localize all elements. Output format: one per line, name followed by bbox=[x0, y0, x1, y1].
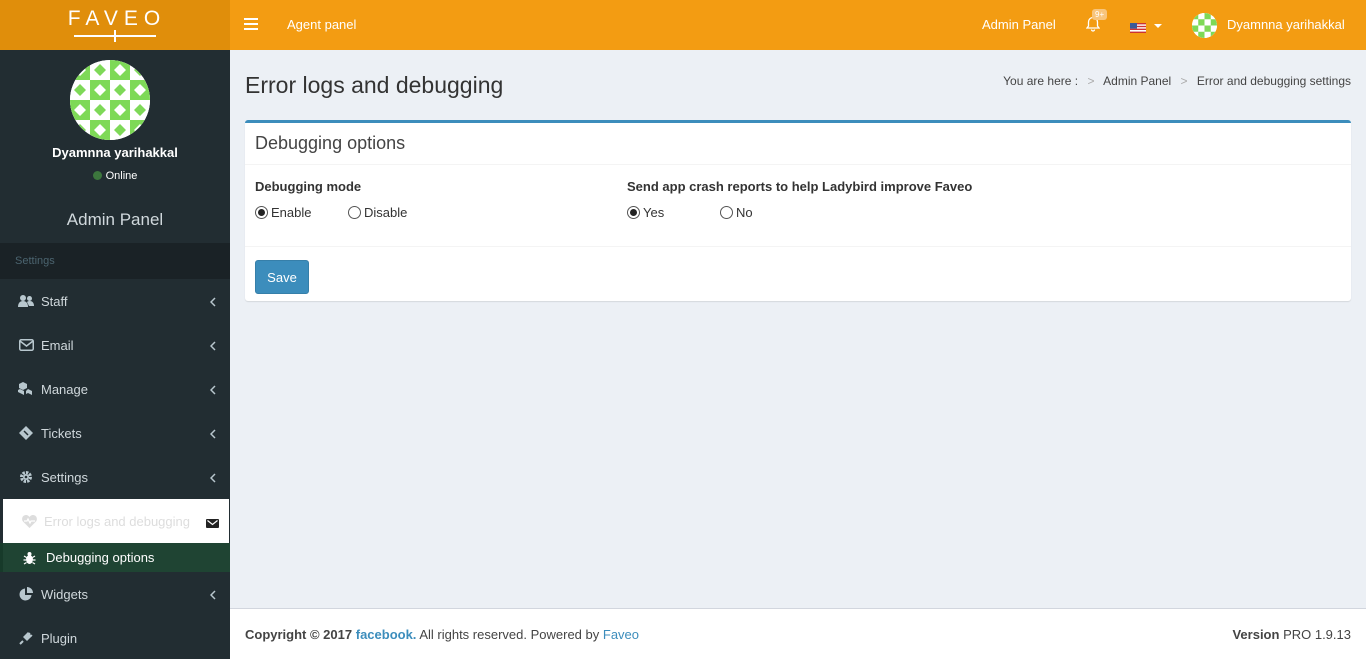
user-name: Dyamnna yarihakkal bbox=[52, 145, 178, 160]
radio-label: No bbox=[736, 205, 753, 220]
sidebar-item-tickets[interactable]: Tickets bbox=[0, 411, 230, 455]
bug-icon bbox=[23, 551, 37, 565]
chevron-left-icon bbox=[209, 295, 216, 310]
sidebar-item-label: Plugin bbox=[41, 630, 78, 646]
radio-circle[interactable] bbox=[348, 206, 361, 219]
sidebar-item-label: Manage bbox=[41, 381, 88, 397]
sidebar-item-plugin[interactable]: Plugin bbox=[0, 616, 230, 659]
heartbeat-icon bbox=[21, 513, 37, 529]
admin-panel-link[interactable]: Admin Panel bbox=[982, 17, 1056, 32]
radio-label: Disable bbox=[364, 205, 408, 220]
notification-badge: 9+ bbox=[1092, 9, 1108, 20]
sidebar-item-manage[interactable]: Manage bbox=[0, 367, 230, 411]
chevron-left-icon bbox=[209, 427, 216, 442]
chevron-left-icon bbox=[209, 588, 216, 603]
sidebar-item-error-logs[interactable]: Error logs and debugging bbox=[3, 499, 229, 543]
top-navbar: Agent panel Admin Panel 9+ Dyamnna yarih… bbox=[230, 0, 1366, 50]
user-panel: Dyamnna yarihakkal Online Admin Panel bbox=[0, 50, 230, 243]
sidebar-item-label: Email bbox=[41, 337, 74, 353]
debugging-mode-label: Debugging mode bbox=[255, 179, 362, 194]
sidebar-panel-title: Admin Panel bbox=[66, 210, 164, 229]
crash-reports-label: Send app crash reports to help Ladybird … bbox=[627, 179, 973, 194]
version-number: PRO 1.9.13 bbox=[1283, 627, 1351, 642]
crash-yes-radio[interactable]: Yes bbox=[627, 205, 664, 220]
pie-chart-icon bbox=[18, 586, 34, 602]
version-label: Version bbox=[1232, 627, 1280, 642]
footer: Copyright © 2017 facebook. All rights re… bbox=[230, 608, 1366, 659]
page-title: Error logs and debugging bbox=[245, 72, 504, 98]
sidebar-item-staff[interactable]: Staff bbox=[0, 279, 230, 323]
chevron-left-icon bbox=[209, 383, 216, 398]
breadcrumb: You are here : > Admin Panel > Error and… bbox=[1003, 74, 1351, 88]
radio-circle[interactable] bbox=[720, 206, 733, 219]
breadcrumb-item-admin-panel[interactable]: Admin Panel bbox=[1103, 74, 1171, 88]
radio-circle-selected[interactable] bbox=[627, 206, 640, 219]
breadcrumb-item-current: Error and debugging settings bbox=[1196, 74, 1351, 88]
debugging-options-box: Debugging options Debugging mode Enable … bbox=[245, 120, 1351, 301]
header-user-avatar[interactable] bbox=[1192, 13, 1217, 38]
sidebar-section-header: Settings bbox=[0, 243, 230, 279]
copyright-text: Copyright © 2017 bbox=[245, 627, 353, 642]
header-user-name[interactable]: Dyamnna yarihakkal bbox=[1227, 17, 1345, 32]
footer-copyright: Copyright © 2017 facebook. All rights re… bbox=[245, 627, 639, 642]
chevron-left-icon bbox=[209, 471, 216, 486]
main-content: Error logs and debugging You are here : … bbox=[230, 50, 1366, 608]
sidebar-item-label: Error logs and debugging bbox=[44, 513, 190, 529]
envelope-icon bbox=[18, 337, 34, 353]
sidebar-item-label: Widgets bbox=[41, 586, 88, 602]
logo-text: FAVEO bbox=[67, 7, 167, 30]
logo-mark bbox=[74, 30, 156, 42]
faveo-logo[interactable]: FAVEO bbox=[0, 0, 230, 50]
breadcrumb-separator: > bbox=[1087, 74, 1095, 88]
debug-disable-radio[interactable]: Disable bbox=[348, 205, 407, 220]
user-avatar bbox=[70, 60, 150, 140]
radio-label: Enable bbox=[271, 205, 312, 220]
cubes-icon bbox=[18, 381, 34, 397]
gear-icon bbox=[18, 469, 34, 485]
sidebar-item-widgets[interactable]: Widgets bbox=[0, 572, 230, 616]
ticket-icon bbox=[18, 425, 34, 441]
company-link[interactable]: facebook. bbox=[356, 627, 417, 642]
hamburger-menu-icon[interactable] bbox=[244, 18, 258, 32]
sidebar-item-label: Tickets bbox=[41, 425, 82, 441]
breadcrumb-separator: > bbox=[1180, 74, 1188, 88]
box-body: Debugging mode Enable Disable Send app c… bbox=[245, 165, 1351, 247]
sidebar-item-settings[interactable]: Settings bbox=[0, 455, 230, 499]
plug-icon bbox=[18, 630, 34, 646]
user-status: Online bbox=[0, 170, 230, 182]
submenu-item-label: Debugging options bbox=[46, 550, 155, 565]
footer-version: Version PRO 1.9.13 bbox=[1232, 627, 1351, 642]
save-button[interactable]: Save bbox=[255, 260, 309, 294]
sidebar: FAVEO Dyamnna yarihakkal Online Admin Pa… bbox=[0, 0, 230, 659]
box-title: Debugging options bbox=[245, 123, 1351, 165]
chevron-left-icon bbox=[209, 339, 216, 354]
users-icon bbox=[18, 293, 34, 309]
envelope-toggle-icon bbox=[206, 516, 219, 531]
status-text: Online bbox=[105, 170, 138, 182]
rights-text: All rights reserved. Powered by bbox=[419, 627, 600, 642]
online-status-dot bbox=[92, 170, 102, 180]
submenu-item-debugging-options[interactable]: Debugging options bbox=[0, 543, 230, 572]
language-dropdown-caret-icon[interactable] bbox=[1154, 24, 1162, 28]
radio-label: Yes bbox=[643, 205, 665, 220]
sidebar-item-email[interactable]: Email bbox=[0, 323, 230, 367]
sidebar-item-label: Settings bbox=[41, 469, 88, 485]
faveo-link[interactable]: Faveo bbox=[603, 627, 639, 642]
radio-circle-selected[interactable] bbox=[255, 206, 268, 219]
agent-panel-link[interactable]: Agent panel bbox=[287, 17, 356, 32]
us-flag-icon[interactable] bbox=[1130, 21, 1146, 33]
debug-enable-radio[interactable]: Enable bbox=[255, 205, 311, 220]
breadcrumb-prefix: You are here : bbox=[1003, 74, 1079, 88]
crash-no-radio[interactable]: No bbox=[720, 205, 753, 220]
sidebar-item-label: Staff bbox=[41, 293, 68, 309]
